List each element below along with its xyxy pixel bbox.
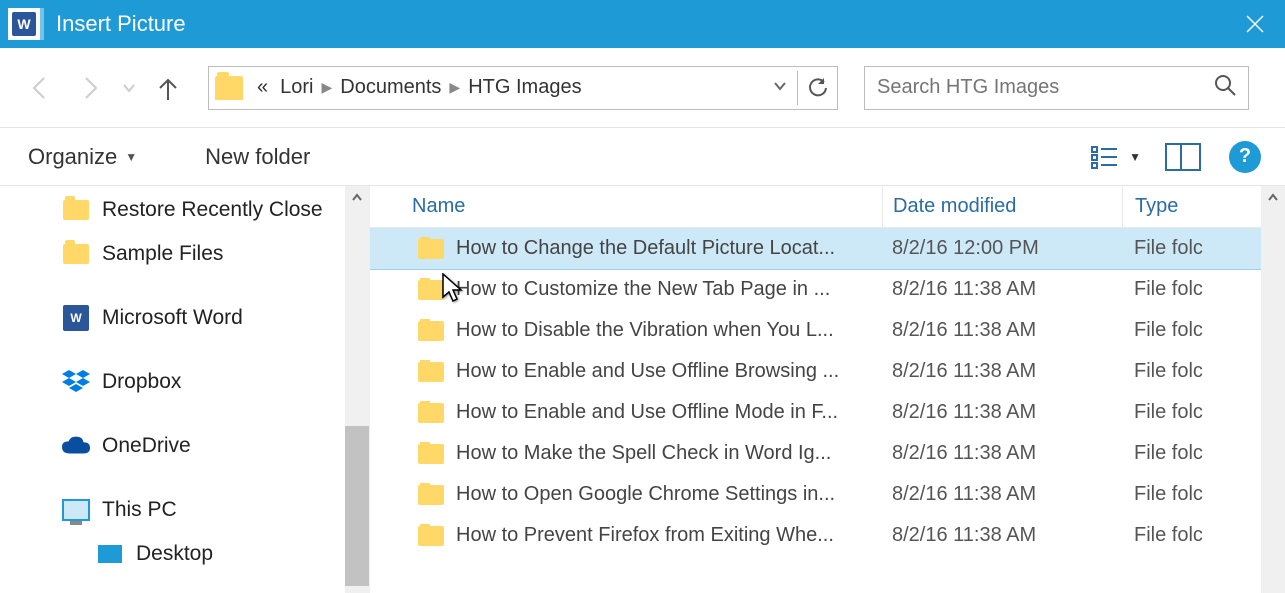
refresh-button[interactable] [797,71,831,105]
file-date: 8/2/16 11:38 AM [882,278,1122,301]
sidebar-item-label: Microsoft Word [102,306,243,330]
up-button[interactable] [146,66,190,110]
file-date: 8/2/16 11:38 AM [882,401,1122,424]
file-list: ⌃ Name Date modified Type How to Change … [370,186,1285,593]
column-headers: Name Date modified Type [370,186,1285,228]
folder-icon [418,485,444,505]
file-date: 8/2/16 11:38 AM [882,524,1122,547]
file-name: How to Disable the Vibration when You L.… [456,319,834,342]
sidebar-item[interactable]: Sample Files [0,232,369,276]
file-name: How to Change the Default Picture Locat.… [456,237,835,260]
scroll-up-icon[interactable] [1261,186,1285,210]
file-row[interactable]: How to Prevent Firefox from Exiting Whe.… [370,515,1285,556]
file-name: How to Prevent Firefox from Exiting Whe.… [456,524,834,547]
new-folder-button[interactable]: New folder [201,138,314,176]
toolbar: Organize ▼ New folder ▼ ? [0,128,1285,186]
breadcrumb-prefix[interactable]: « [251,76,274,99]
search-box[interactable] [864,66,1249,110]
file-name: How to Enable and Use Offline Browsing .… [456,360,839,383]
organize-label: Organize [28,144,117,170]
window-title: Insert Picture [56,11,1225,37]
file-row[interactable]: How to Make the Spell Check in Word Ig..… [370,433,1285,474]
chevron-right-icon[interactable]: ▶ [447,79,462,96]
title-bar: W Insert Picture [0,0,1285,48]
scroll-up-icon[interactable] [345,186,369,210]
file-row[interactable]: How to Enable and Use Offline Mode in F.… [370,392,1285,433]
search-input[interactable] [877,76,1214,99]
file-name: How to Customize the New Tab Page in ... [456,278,830,301]
preview-pane-button[interactable] [1165,143,1201,171]
caret-down-icon: ▼ [125,150,137,164]
sidebar-item[interactable]: WMicrosoft Word [0,296,369,340]
sidebar-item-label: Restore Recently Close [102,198,323,222]
file-name: How to Open Google Chrome Settings in... [456,483,835,506]
forward-button[interactable] [68,66,112,110]
sidebar-item-label: Desktop [136,542,213,566]
file-date: 8/2/16 11:38 AM [882,360,1122,383]
file-date: 8/2/16 12:00 PM [882,237,1122,260]
sidebar-scrollbar[interactable] [345,186,369,593]
file-row[interactable]: How to Change the Default Picture Locat.… [370,228,1285,269]
breadcrumb-seg-documents[interactable]: Documents [334,76,447,99]
folder-icon [418,321,444,341]
chevron-right-icon[interactable]: ▶ [319,79,334,96]
file-row[interactable]: How to Disable the Vibration when You L.… [370,310,1285,351]
sidebar-item[interactable]: Restore Recently Close [0,188,369,232]
sidebar-item[interactable]: OneDrive [0,424,369,468]
sidebar-item[interactable]: Dropbox [0,360,369,404]
column-name[interactable]: Name [370,195,882,218]
folder-icon [418,280,444,300]
filelist-scrollbar[interactable] [1261,186,1285,593]
folder-icon [418,362,444,382]
navigation-pane: Restore Recently Close Sample Files WMicro… [0,186,370,593]
address-bar[interactable]: « Lori ▶ Documents ▶ HTG Images [208,66,838,110]
scroll-thumb[interactable] [345,426,369,586]
help-button[interactable]: ? [1229,141,1261,173]
file-row[interactable]: How to Enable and Use Offline Browsing .… [370,351,1285,392]
file-name: How to Make the Spell Check in Word Ig..… [456,442,831,465]
file-row[interactable]: How to Customize the New Tab Page in ...… [370,269,1285,310]
file-date: 8/2/16 11:38 AM [882,483,1122,506]
view-mode-button[interactable]: ▼ [1091,145,1141,169]
folder-icon [418,403,444,423]
folder-icon [418,526,444,546]
sidebar-item-label: OneDrive [102,434,191,458]
word-app-icon: W [8,8,40,40]
folder-icon [418,444,444,464]
file-date: 8/2/16 11:38 AM [882,319,1122,342]
sidebar-item-label: Sample Files [102,242,223,266]
back-button[interactable] [18,66,62,110]
search-icon[interactable] [1214,74,1236,102]
file-name: How to Enable and Use Offline Mode in F.… [456,401,838,424]
breadcrumb-seg-htg[interactable]: HTG Images [462,76,587,99]
folder-icon [418,239,444,259]
address-dropdown[interactable] [767,76,793,99]
new-folder-label: New folder [205,144,310,170]
column-date[interactable]: Date modified [882,186,1122,227]
sidebar-item-label: Dropbox [102,370,181,394]
recent-dropdown[interactable] [118,66,140,110]
close-button[interactable] [1225,0,1285,48]
navigation-bar: « Lori ▶ Documents ▶ HTG Images [0,48,1285,128]
caret-down-icon: ▼ [1129,150,1141,164]
folder-icon [215,76,243,100]
sidebar-item[interactable]: This PC [0,488,369,532]
organize-menu[interactable]: Organize ▼ [24,138,141,176]
sidebar-item-label: This PC [102,498,177,522]
sidebar-item[interactable]: Desktop [0,532,369,576]
file-row[interactable]: How to Open Google Chrome Settings in...… [370,474,1285,515]
file-date: 8/2/16 11:38 AM [882,442,1122,465]
breadcrumb-seg-lori[interactable]: Lori [274,76,319,99]
